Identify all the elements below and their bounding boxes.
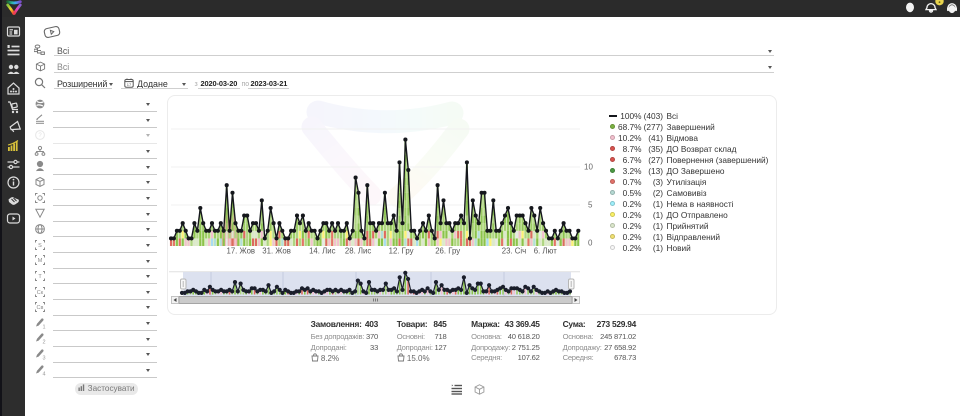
- svg-text:14. Лис: 14. Лис: [309, 247, 335, 256]
- svg-text:6. Лют: 6. Лют: [534, 247, 557, 256]
- svg-text:5: 5: [588, 201, 593, 210]
- svg-text:31. Жов: 31. Жов: [262, 247, 291, 256]
- svg-text:17. Жов: 17. Жов: [226, 247, 255, 256]
- svg-text:0: 0: [588, 239, 593, 248]
- svg-text:23. Січ: 23. Січ: [502, 247, 526, 256]
- svg-text:10: 10: [584, 163, 593, 172]
- svg-text:26. Гру: 26. Гру: [435, 247, 460, 256]
- svg-text:12. Гру: 12. Гру: [389, 247, 414, 256]
- svg-text:28. Лис: 28. Лис: [345, 247, 371, 256]
